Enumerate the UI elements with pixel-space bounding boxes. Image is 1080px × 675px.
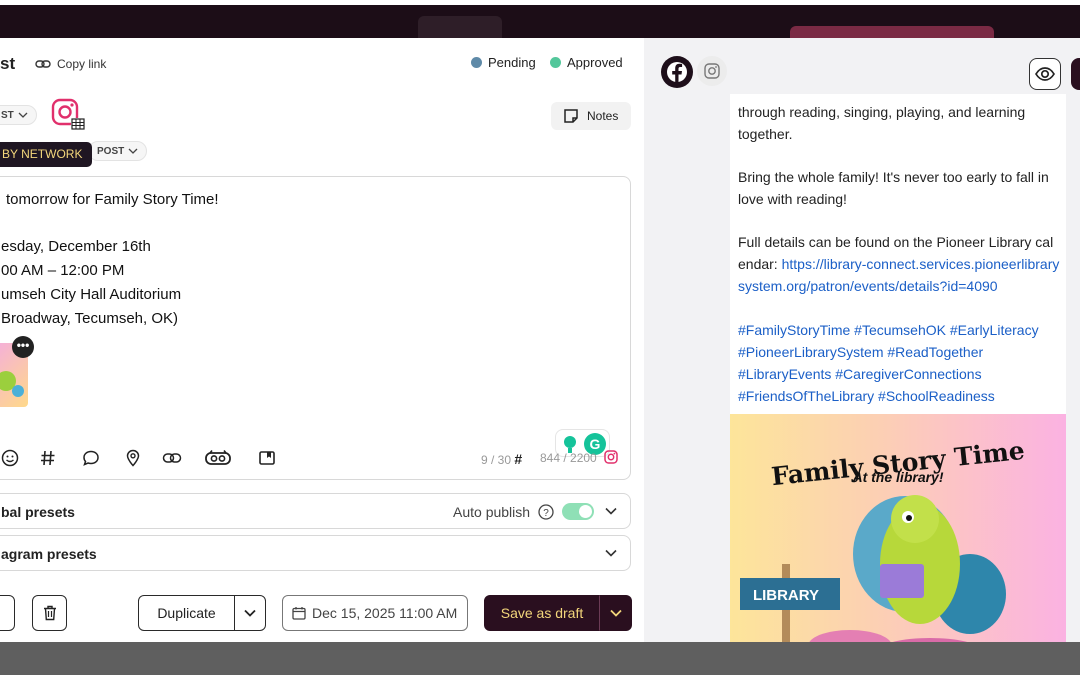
instagram-preview-tab[interactable]	[697, 56, 727, 86]
chevron-down-icon	[128, 148, 138, 154]
preview-paragraph-2: Bring the whole family! It's never too e…	[738, 169, 1049, 207]
instagram-presets-label: agram presets	[1, 546, 97, 562]
instagram-small-icon	[604, 450, 618, 469]
calendar-icon	[292, 607, 306, 620]
schedule-date-value: Dec 15, 2025 11:00 AM	[312, 605, 458, 621]
pending-dot	[471, 57, 482, 68]
page-dimmer	[0, 642, 1080, 675]
facebook-icon	[667, 62, 687, 83]
location-icon[interactable]	[123, 448, 143, 468]
auto-publish-control: Auto publish ?	[453, 503, 595, 520]
hashtag-counter: 9 / 30 #	[481, 451, 522, 467]
app-top-bar	[0, 0, 1080, 40]
chip-post-label: POST	[97, 145, 125, 157]
modal-title: st	[0, 54, 16, 73]
link-icon	[35, 60, 51, 68]
note-icon	[564, 109, 578, 123]
preview-event-link[interactable]: https://library-connect.services.pioneer…	[738, 256, 1059, 294]
preview-hashtags[interactable]: #FamilyStoryTime #TecumsehOK #EarlyLiter…	[738, 319, 1060, 407]
duplicate-button[interactable]: Duplicate	[138, 595, 235, 631]
char-count-value: 844 / 2200	[540, 451, 597, 465]
editor-line-2: esday, December 16th	[1, 238, 151, 255]
chip-left-label: ST	[1, 109, 14, 121]
chevron-down-icon[interactable]	[604, 504, 618, 518]
instagram-presets-panel[interactable]: agram presets	[0, 535, 631, 571]
top-edge	[0, 0, 1080, 5]
hashtag-counter-icon: #	[514, 451, 523, 467]
editor-line-5: Broadway, Tecumseh, OK)	[1, 310, 179, 327]
post-text-editor[interactable]: tomorrow for Family Story Time! esday, D…	[0, 176, 631, 480]
preview-toggle-button[interactable]	[1029, 58, 1061, 90]
post-type-chip-left[interactable]: ST	[0, 105, 37, 125]
facebook-preview-tab[interactable]	[661, 56, 693, 88]
copy-link-button[interactable]: Copy link	[35, 57, 106, 71]
instagram-network-icon[interactable]	[51, 98, 87, 132]
preview-paragraph-3: Full details can be found on the Pioneer…	[738, 231, 1060, 297]
approved-dot	[550, 57, 561, 68]
chevron-down-icon	[609, 609, 622, 617]
copy-link-label: Copy link	[57, 57, 107, 71]
auto-publish-label: Auto publish	[453, 503, 531, 520]
notes-button[interactable]: Notes	[551, 102, 631, 130]
auto-publish-toggle[interactable]	[562, 503, 595, 520]
status-pending[interactable]: Pending	[471, 55, 536, 70]
delete-button[interactable]	[32, 595, 67, 631]
chevron-down-icon[interactable]	[604, 546, 618, 560]
duplicate-label: Duplicate	[157, 605, 216, 621]
ai-assistant-icon[interactable]	[204, 448, 232, 468]
instagram-icon	[704, 63, 720, 79]
duplicate-menu-button[interactable]	[234, 595, 266, 631]
save-as-draft-label: Save as draft	[500, 605, 584, 621]
tooltip-by-network: BY NETWORK	[0, 142, 93, 167]
media-library-icon[interactable]	[257, 448, 277, 468]
svg-text:G: G	[590, 436, 601, 452]
editor-line-3: 00 AM – 12:00 PM	[1, 262, 125, 279]
instagram-post-preview: through reading, singing, playing, and l…	[730, 94, 1066, 642]
status-approved[interactable]: Approved	[550, 55, 623, 70]
help-icon[interactable]: ?	[538, 503, 554, 520]
save-as-draft-button[interactable]: Save as draft	[484, 595, 600, 631]
global-presets-panel[interactable]: bal presets Auto publish ?	[0, 493, 631, 529]
editor-pane: st Copy link Pending Approved ST POST No…	[0, 38, 644, 642]
post-type-chip[interactable]: POST	[88, 141, 148, 161]
preview-post-image: Family Story Time At the library! LIBRAR…	[730, 414, 1066, 642]
schedule-date-picker[interactable]: Dec 15, 2025 11:00 AM	[282, 595, 468, 631]
character-counter: 844 / 2200	[540, 451, 597, 465]
media-more-icon[interactable]: •••	[12, 336, 34, 358]
preview-paragraph-1: through reading, singing, playing, and l…	[738, 104, 1026, 142]
global-presets-label: bal presets	[1, 504, 75, 520]
active-nav-tab[interactable]	[418, 16, 502, 40]
editor-line-4: umseh City Hall Auditorium	[1, 286, 182, 303]
eye-icon	[1035, 67, 1055, 81]
chevron-down-icon	[18, 112, 28, 118]
svg-text:?: ?	[543, 508, 549, 519]
emoji-icon[interactable]	[0, 448, 20, 468]
status-approved-label: Approved	[567, 55, 623, 70]
chevron-down-icon	[244, 609, 256, 617]
notes-label: Notes	[587, 109, 619, 123]
trash-icon	[43, 605, 56, 621]
hashtag-count-value: 9 / 30	[481, 453, 512, 467]
hashtag-icon[interactable]	[38, 448, 58, 468]
image-subtitle-text: At the library!	[851, 469, 943, 485]
cut-off-button[interactable]	[0, 595, 15, 631]
save-options-button[interactable]	[599, 595, 632, 631]
comment-icon[interactable]	[81, 448, 101, 468]
close-preview-button[interactable]	[1071, 58, 1080, 90]
editor-line-1: tomorrow for Family Story Time!	[6, 191, 219, 208]
link-icon[interactable]	[162, 448, 182, 468]
image-sign-text: LIBRARY	[753, 587, 819, 604]
status-pending-label: Pending	[488, 55, 536, 70]
post-editor-modal: st Copy link Pending Approved ST POST No…	[0, 38, 1080, 642]
